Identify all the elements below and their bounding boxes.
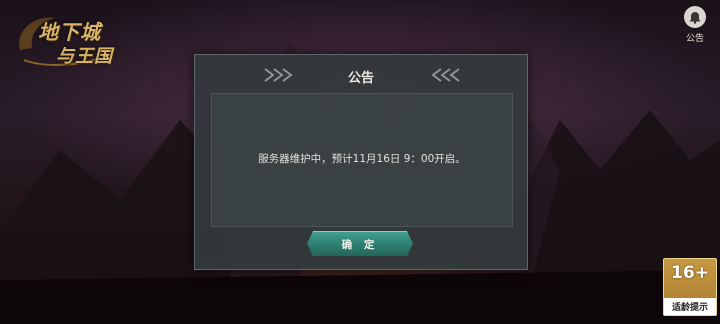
logo-title-line1: 地下城 [38,20,101,44]
game-logo: 地下城 与王国 [10,10,122,72]
notice-button-label: 公告 [685,34,704,44]
notice-button[interactable]: 公告 [678,6,712,46]
bell-icon [684,6,706,28]
confirm-button[interactable]: 确 定 [307,231,413,256]
dialog-content-panel: 服务器维护中，预计11月16日 9：00开启。 [211,93,513,227]
logo-title-line2: 与王国 [56,46,113,67]
notice-dialog: 公告 服务器维护中，预计11月16日 9：00开启。 确 定 [194,54,528,270]
right-chevron-divider-icon [431,68,460,82]
age-rating-number: 16+ [671,263,709,283]
dialog-header: 公告 [195,55,527,93]
age-rating-badge[interactable]: 16+ 适龄提示 [663,258,717,316]
dialog-title: 公告 [347,71,374,86]
dialog-message: 服务器维护中，预计11月16日 9：00开启。 [258,153,466,165]
age-rating-label: 适龄提示 [664,298,716,315]
